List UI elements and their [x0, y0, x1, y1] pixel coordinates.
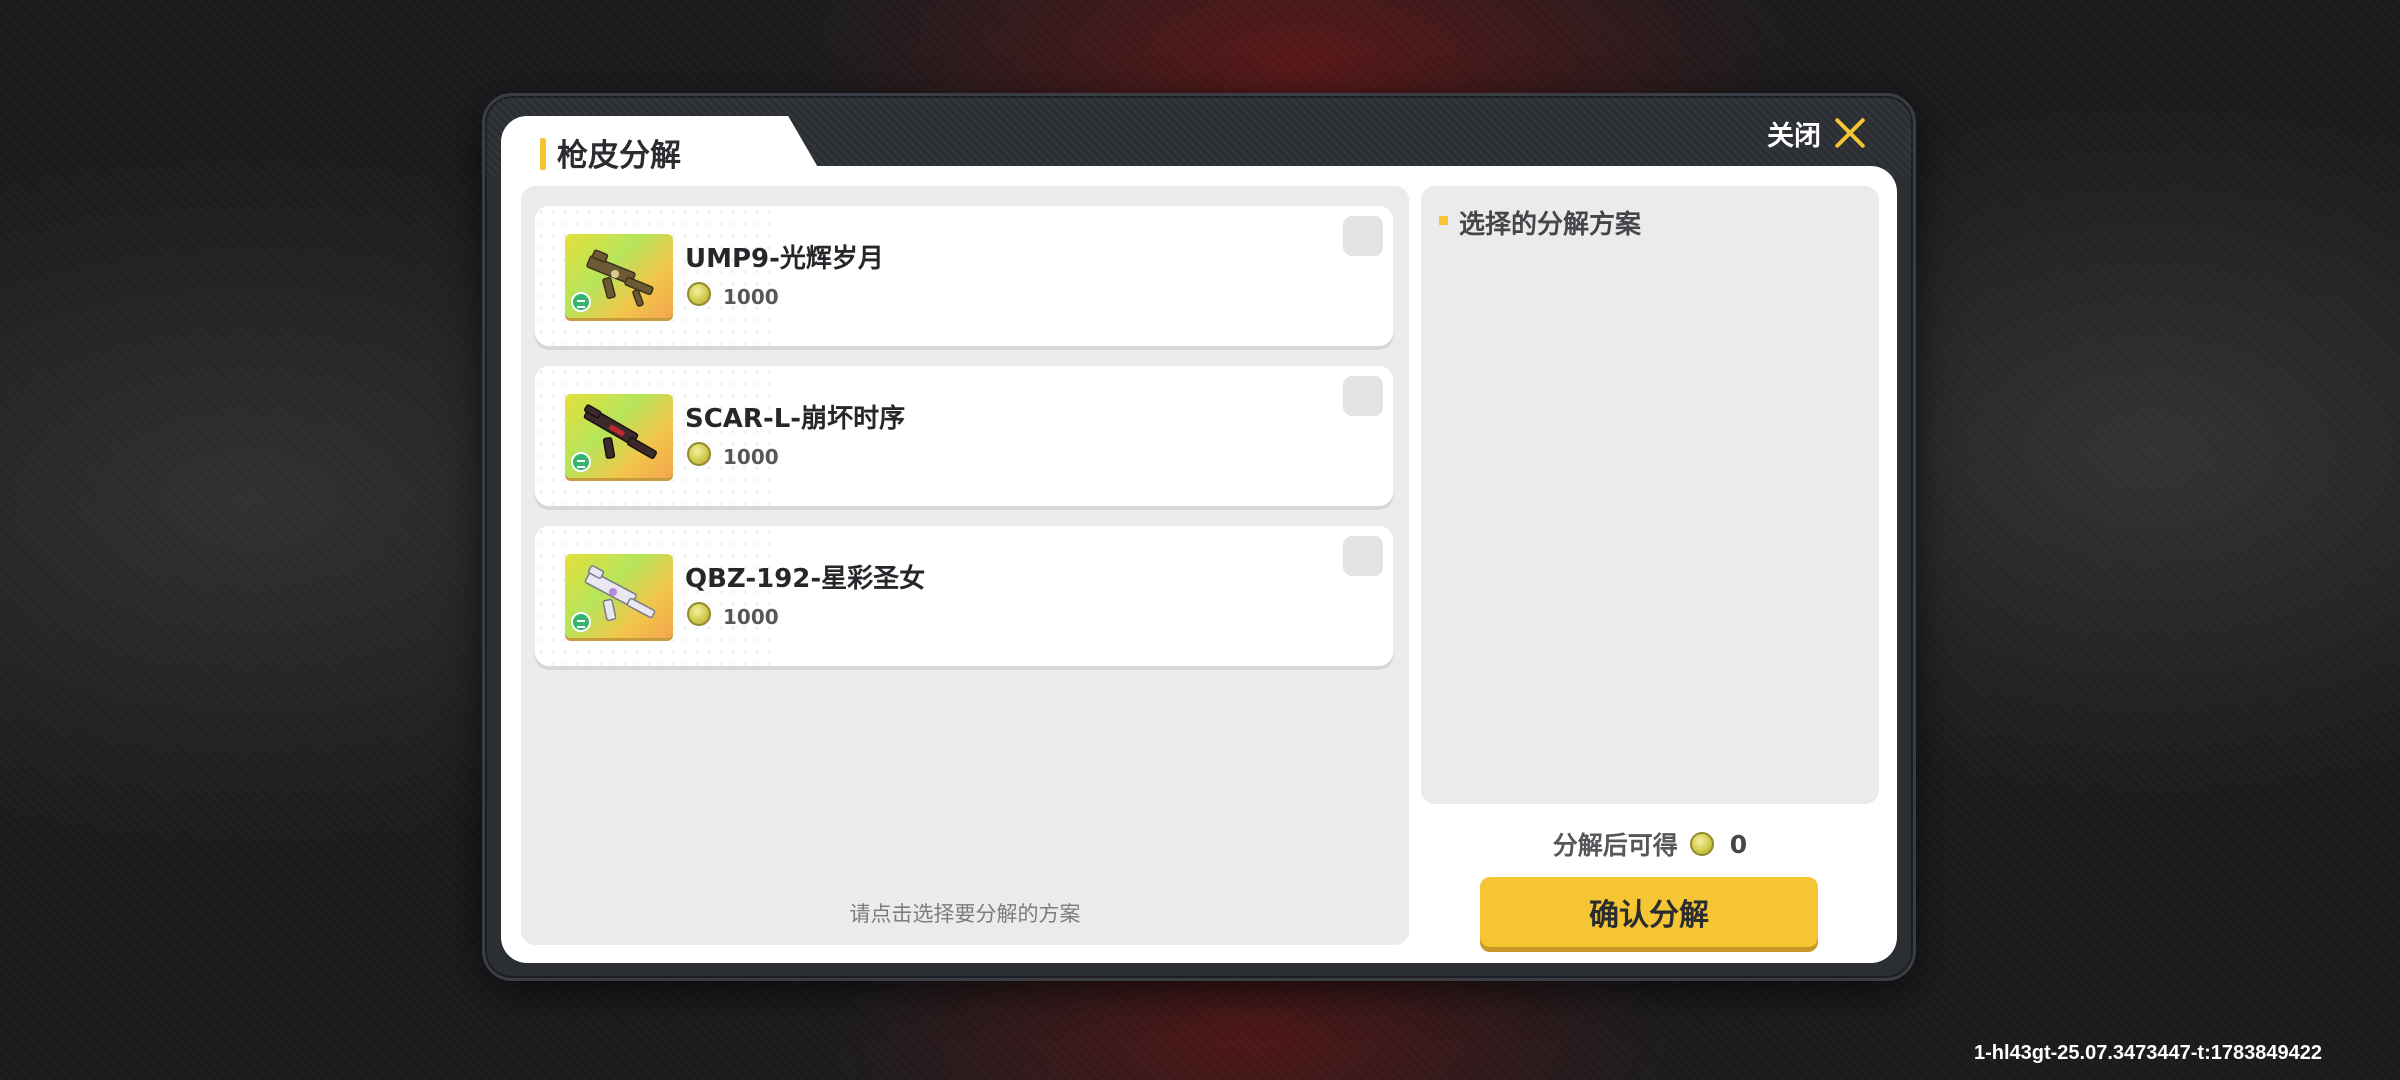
- skin-thumbnail: [565, 394, 673, 478]
- confirm-decompose-button[interactable]: 确认分解: [1480, 877, 1818, 947]
- rarity-badge: [571, 292, 591, 312]
- skin-thumbnail: [565, 234, 673, 318]
- skin-decompose-dialog: 枪皮分解 关闭 UMP9-光辉岁月 1000 SCAR-L-崩坏时序 1000 …: [482, 93, 1916, 981]
- build-id: 1-hl43gt-25.07.3473447-t:1783849422: [1973, 1042, 2322, 1064]
- scheme-title: 选择的分解方案: [1459, 210, 1642, 240]
- rarity-badge: [571, 612, 591, 632]
- confirm-label: 确认分解: [1589, 898, 1709, 933]
- selected-scheme-panel: 选择的分解方案: [1421, 186, 1879, 804]
- close-icon[interactable]: [1833, 116, 1867, 150]
- close-button[interactable]: 关闭: [1767, 111, 1867, 155]
- skin-item-ump9[interactable]: UMP9-光辉岁月 1000: [535, 206, 1393, 346]
- skin-list-panel: UMP9-光辉岁月 1000 SCAR-L-崩坏时序 1000 QBZ-192-…: [521, 186, 1409, 945]
- skin-checkbox[interactable]: [1343, 216, 1383, 256]
- yield-value: 0: [1729, 829, 1748, 859]
- skin-price: 1000: [723, 445, 779, 469]
- rarity-badge: [571, 452, 591, 472]
- title-accent-bar: [540, 138, 546, 170]
- skin-name: QBZ-192-星彩圣女: [685, 564, 926, 594]
- skin-name: UMP9-光辉岁月: [685, 244, 884, 274]
- skin-item-qbz-192[interactable]: QBZ-192-星彩圣女 1000: [535, 526, 1393, 666]
- yield-row: 分解后可得 0: [1421, 824, 1879, 864]
- yield-label: 分解后可得: [1552, 831, 1678, 860]
- close-label: 关闭: [1767, 120, 1821, 152]
- coin-icon: [687, 602, 711, 626]
- skin-checkbox[interactable]: [1343, 536, 1383, 576]
- skin-item-scar-l[interactable]: SCAR-L-崩坏时序 1000: [535, 366, 1393, 506]
- coin-icon: [687, 282, 711, 306]
- skin-price: 1000: [723, 605, 779, 629]
- coin-icon: [687, 442, 711, 466]
- list-hint: 请点击选择要分解的方案: [849, 902, 1081, 926]
- scheme-title-marker: [1439, 216, 1448, 225]
- skin-name: SCAR-L-崩坏时序: [685, 404, 906, 434]
- skin-price: 1000: [723, 285, 779, 309]
- dialog-title: 枪皮分解: [557, 138, 681, 174]
- coin-icon: [1689, 832, 1714, 856]
- skin-thumbnail: [565, 554, 673, 638]
- skin-checkbox[interactable]: [1343, 376, 1383, 416]
